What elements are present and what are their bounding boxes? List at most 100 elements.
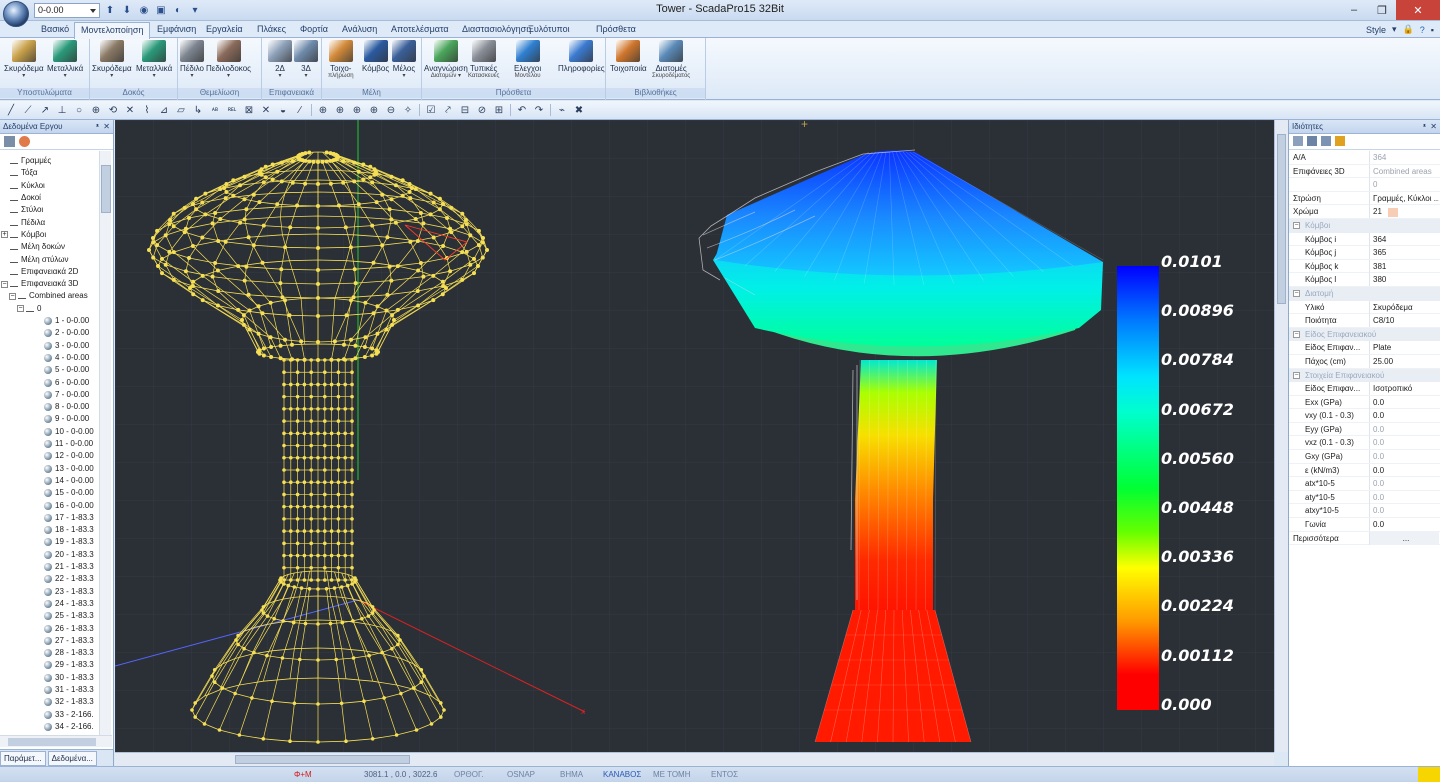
grid-icon[interactable]: ⊞ (492, 103, 506, 117)
property-row[interactable]: 0 (1289, 178, 1440, 192)
tree-item[interactable]: 3 - 0-0.00 (44, 340, 89, 352)
property-row[interactable]: ε (kN/m3) 0.0 (1289, 463, 1440, 478)
scrollbar-thumb[interactable] (1277, 134, 1286, 304)
property-value[interactable]: 0 (1369, 178, 1439, 192)
ribbon-button-4-1[interactable]: 2Δ ▾ (268, 40, 292, 80)
property-row[interactable]: Είδος Επιφαν... Ισοτροπικό (1289, 382, 1440, 396)
tab-parameters[interactable]: Παράμετ... (0, 751, 46, 766)
property-category[interactable]: − Κόμβοι (1289, 218, 1440, 233)
lightning-icon[interactable] (1335, 136, 1345, 146)
perpendicular-icon[interactable]: ⊥ (55, 103, 69, 117)
property-value[interactable]: 0.0 (1369, 409, 1439, 423)
tab-5[interactable]: Πλάκες (257, 24, 286, 34)
close-icon[interactable]: ✕ (1430, 120, 1437, 133)
ribbon-button-6-3[interactable]: Ελεγχοι Μοντέλου (514, 40, 541, 80)
application-menu-button[interactable] (3, 1, 29, 27)
ribbon-button-5-3[interactable]: Μέλος ▾ (392, 40, 416, 80)
tree-item[interactable]: 31 - 1-83.3 (44, 684, 94, 696)
zoom-window-icon[interactable]: ⊕ (316, 103, 330, 117)
property-value[interactable]: 0.0 (1369, 422, 1439, 436)
tree-item[interactable]: Μέλη στύλων (10, 253, 69, 265)
property-row[interactable]: aty*10-5 0.0 (1289, 490, 1440, 505)
property-row[interactable]: Κόμβος j 365 (1289, 246, 1440, 260)
expander-icon[interactable]: − (9, 292, 16, 300)
minimize-button[interactable]: – (1340, 0, 1368, 20)
tree-item[interactable]: 8 - 0-0.00 (44, 401, 89, 413)
collapse-icon[interactable]: − (1293, 371, 1300, 379)
viewport-canvas[interactable]: x + (115, 120, 1274, 752)
property-value[interactable]: 0.0 (1369, 477, 1439, 491)
pin-icon[interactable]: ᵜ (1423, 120, 1426, 133)
property-row[interactable]: Eyy (GPa) 0.0 (1289, 422, 1440, 437)
property-row[interactable]: vxy (0.1 - 0.3) 0.0 (1289, 409, 1440, 423)
ribbon-button-6-4[interactable]: Πληροφορίες (558, 40, 605, 73)
property-value[interactable]: Ισοτροπικό (1369, 382, 1439, 396)
ribbon-button-3-1[interactable]: Πέδιλο ▾ (180, 40, 204, 80)
tree-item[interactable]: 21 - 1-83.3 (44, 561, 94, 573)
pin-icon[interactable]: ᵜ (96, 120, 99, 133)
tree-scrollbar[interactable] (99, 151, 111, 735)
property-row[interactable]: Exx (GPa) 0.0 (1289, 395, 1440, 410)
layers-icon[interactable] (4, 136, 15, 147)
property-category[interactable]: − Διατομή (1289, 286, 1440, 301)
arc-icon[interactable]: ⌇ (140, 103, 154, 117)
property-row[interactable]: atx*10-5 0.0 (1289, 477, 1440, 491)
tab-8[interactable]: Αποτελέσματα (391, 24, 449, 34)
ribbon-button-6-2[interactable]: Τυπικές Κατασκευές (468, 40, 499, 80)
property-row[interactable]: Ποιότητα C8/10 (1289, 314, 1440, 328)
property-row[interactable]: atxy*10-5 0.0 (1289, 504, 1440, 519)
tree-item[interactable]: 34 - 2-166. (44, 721, 94, 733)
tree-item[interactable]: Τόξα (10, 167, 37, 179)
tree-item[interactable]: Γραμμές (10, 155, 51, 167)
tree-item[interactable]: 7 - 0-0.00 (44, 389, 89, 401)
lock-icon[interactable]: 🔒 (1403, 24, 1414, 35)
tree-item[interactable]: 19 - 1-83.3 (44, 536, 94, 548)
tree-item[interactable]: 5 - 0-0.00 (44, 364, 89, 376)
redo-icon[interactable]: ↷ (532, 103, 546, 117)
collapse-icon[interactable]: − (1293, 289, 1300, 297)
tab-4[interactable]: Εργαλεία (206, 24, 243, 34)
tree-item[interactable]: 1 - 0-0.00 (44, 315, 89, 327)
tree-item[interactable]: 9 - 0-0.00 (44, 413, 89, 425)
tree-item[interactable]: 28 - 1-83.3 (44, 647, 94, 659)
ortho-toggle[interactable]: ΟΡΘΟΓ. (454, 770, 484, 779)
snap-box-icon[interactable]: ⊠ (242, 103, 256, 117)
property-value[interactable]: Γραμμές, Κύκλοι ... (1369, 191, 1439, 205)
property-row[interactable]: Gxy (GPa) 0.0 (1289, 450, 1440, 464)
zoom-plus-icon[interactable]: ⊕ (367, 103, 381, 117)
tree-item[interactable]: 33 - 2-166. (44, 709, 94, 721)
property-row[interactable]: Χρώμα 21 (1289, 205, 1440, 219)
rectangle-icon[interactable]: ▱ (174, 103, 188, 117)
tree-item[interactable]: 26 - 1-83.3 (44, 622, 94, 634)
polyline-icon[interactable]: ⟋ (21, 103, 35, 117)
property-row[interactable]: Επιφάνειες 3D Combined areas (1289, 164, 1440, 179)
ribbon-button-5-2[interactable]: Κόμβος (362, 40, 389, 73)
expander-icon[interactable]: − (17, 305, 24, 313)
close-icon[interactable]: ✕ (103, 120, 110, 133)
tab-10[interactable]: Ξυλότυποι (528, 24, 570, 34)
help-icon[interactable]: ? (1420, 25, 1425, 35)
inside-toggle[interactable]: ΕΝΤΟΣ (711, 770, 738, 779)
style-dropdown-icon[interactable]: ▾ (1392, 24, 1397, 35)
delete-icon[interactable]: ✖ (572, 103, 586, 117)
property-value[interactable]: 380 (1369, 273, 1439, 287)
maximize-button[interactable]: ❐ (1368, 0, 1396, 20)
property-value[interactable]: Combined areas (1369, 164, 1439, 178)
ribbon-button-2-2[interactable]: Μεταλλικά ▾ (136, 40, 172, 80)
tree-item[interactable]: 17 - 1-83.3 (44, 512, 94, 524)
tree-item[interactable]: 2 - 0-0.00 (44, 327, 89, 339)
property-pages-icon[interactable] (1321, 136, 1331, 146)
property-category[interactable]: − Στοιχεία Επιφανειακού (1289, 368, 1440, 383)
scrollbar-thumb[interactable] (8, 738, 96, 746)
tree-item[interactable]: −0 (17, 303, 41, 315)
tab-7[interactable]: Ανάλυση (342, 24, 377, 34)
property-row[interactable]: Στρώση Γραμμές, Κύκλοι ... (1289, 191, 1440, 206)
tree-item[interactable]: 32 - 1-83.3 (44, 696, 94, 708)
collapse-icon[interactable]: − (1293, 221, 1300, 229)
tab-11[interactable]: Πρόσθετα (596, 24, 636, 34)
ribbon-button-7-1[interactable]: Τοιχοποιία (610, 40, 647, 73)
undo-icon[interactable]: ↶ (515, 103, 529, 117)
tab-9[interactable]: Διαστασιολόγηση (462, 24, 531, 34)
categorized-icon[interactable] (1293, 136, 1303, 146)
property-value[interactable]: 364 (1369, 232, 1439, 246)
